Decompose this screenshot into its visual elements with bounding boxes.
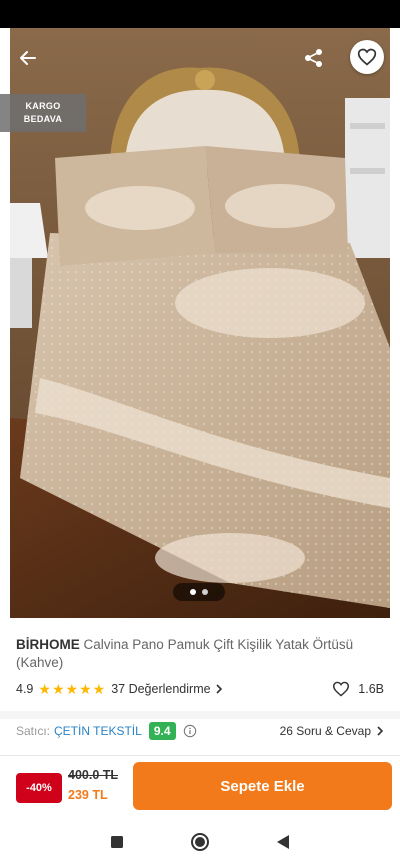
badge-line-2: BEDAVA	[23, 114, 63, 124]
star-icon: ★	[92, 681, 106, 697]
seller-score-badge: 9.4	[148, 722, 176, 740]
share-icon	[305, 49, 322, 67]
star-icon: ★	[38, 681, 51, 697]
favorite-button[interactable]	[350, 40, 384, 74]
free-shipping-badge: KARGO BEDAVA	[0, 94, 86, 132]
questions-link[interactable]: 26 Soru & Cevap	[280, 724, 384, 738]
questions-count: 26 Soru & Cevap	[279, 724, 371, 738]
discount-badge: -40%	[16, 773, 62, 803]
likes[interactable]: 1.6B	[332, 681, 384, 697]
home-button[interactable]	[190, 832, 210, 852]
chevron-right-icon	[215, 684, 222, 694]
system-nav-bar	[0, 818, 400, 866]
back-button[interactable]	[10, 40, 46, 76]
add-to-cart-button[interactable]: Sepete Ekle	[133, 762, 392, 810]
square-icon	[111, 836, 123, 848]
share-button[interactable]	[296, 40, 332, 76]
star-icon: ★	[65, 681, 79, 697]
image-pager[interactable]	[173, 583, 225, 601]
chevron-right-icon	[377, 726, 384, 736]
product-title: BİRHOME Calvina Pano Pamuk Çift Kişilik …	[16, 636, 388, 672]
new-price: 239 TL	[68, 788, 108, 802]
circle-icon	[191, 833, 209, 851]
seller-name-link[interactable]: ÇETİN TEKSTİL	[54, 724, 142, 738]
rating-row: 4.9 ★ ★ ★ ★ ★ 37 Değerlendirme 1.6B	[16, 680, 384, 698]
rating-score: 4.9	[16, 682, 34, 696]
seller-label: Satıcı:	[16, 724, 51, 738]
old-price: 400.0 TL	[68, 768, 119, 782]
recent-apps-button[interactable]	[107, 832, 127, 852]
likes-count: 1.6B	[358, 682, 384, 696]
badge-line-1: KARGO	[25, 101, 61, 111]
product-brand[interactable]: BİRHOME	[16, 637, 80, 652]
section-divider	[0, 711, 400, 719]
back-nav-button[interactable]	[273, 832, 293, 852]
seller-row: Satıcı: ÇETİN TEKSTİL 9.4 26 Soru & Ceva…	[16, 720, 384, 742]
pager-dot-1[interactable]	[190, 589, 196, 595]
triangle-back-icon	[277, 835, 289, 849]
star-icon: ★	[79, 681, 92, 697]
heart-outline-icon	[333, 681, 350, 697]
reviews-count: 37 Değerlendirme	[111, 682, 211, 696]
purchase-bar: -40% 400.0 TL 239 TL Sepete Ekle	[0, 755, 400, 817]
pager-dot-2[interactable]	[202, 589, 208, 595]
status-bar	[0, 0, 400, 28]
star-icon: ★	[51, 681, 65, 697]
rating-stars: ★ ★ ★ ★ ★	[38, 682, 105, 696]
info-icon[interactable]	[183, 724, 197, 738]
heart-icon	[357, 48, 377, 66]
reviews-link[interactable]: 37 Değerlendirme	[111, 682, 222, 696]
arrow-left-icon	[20, 51, 36, 65]
